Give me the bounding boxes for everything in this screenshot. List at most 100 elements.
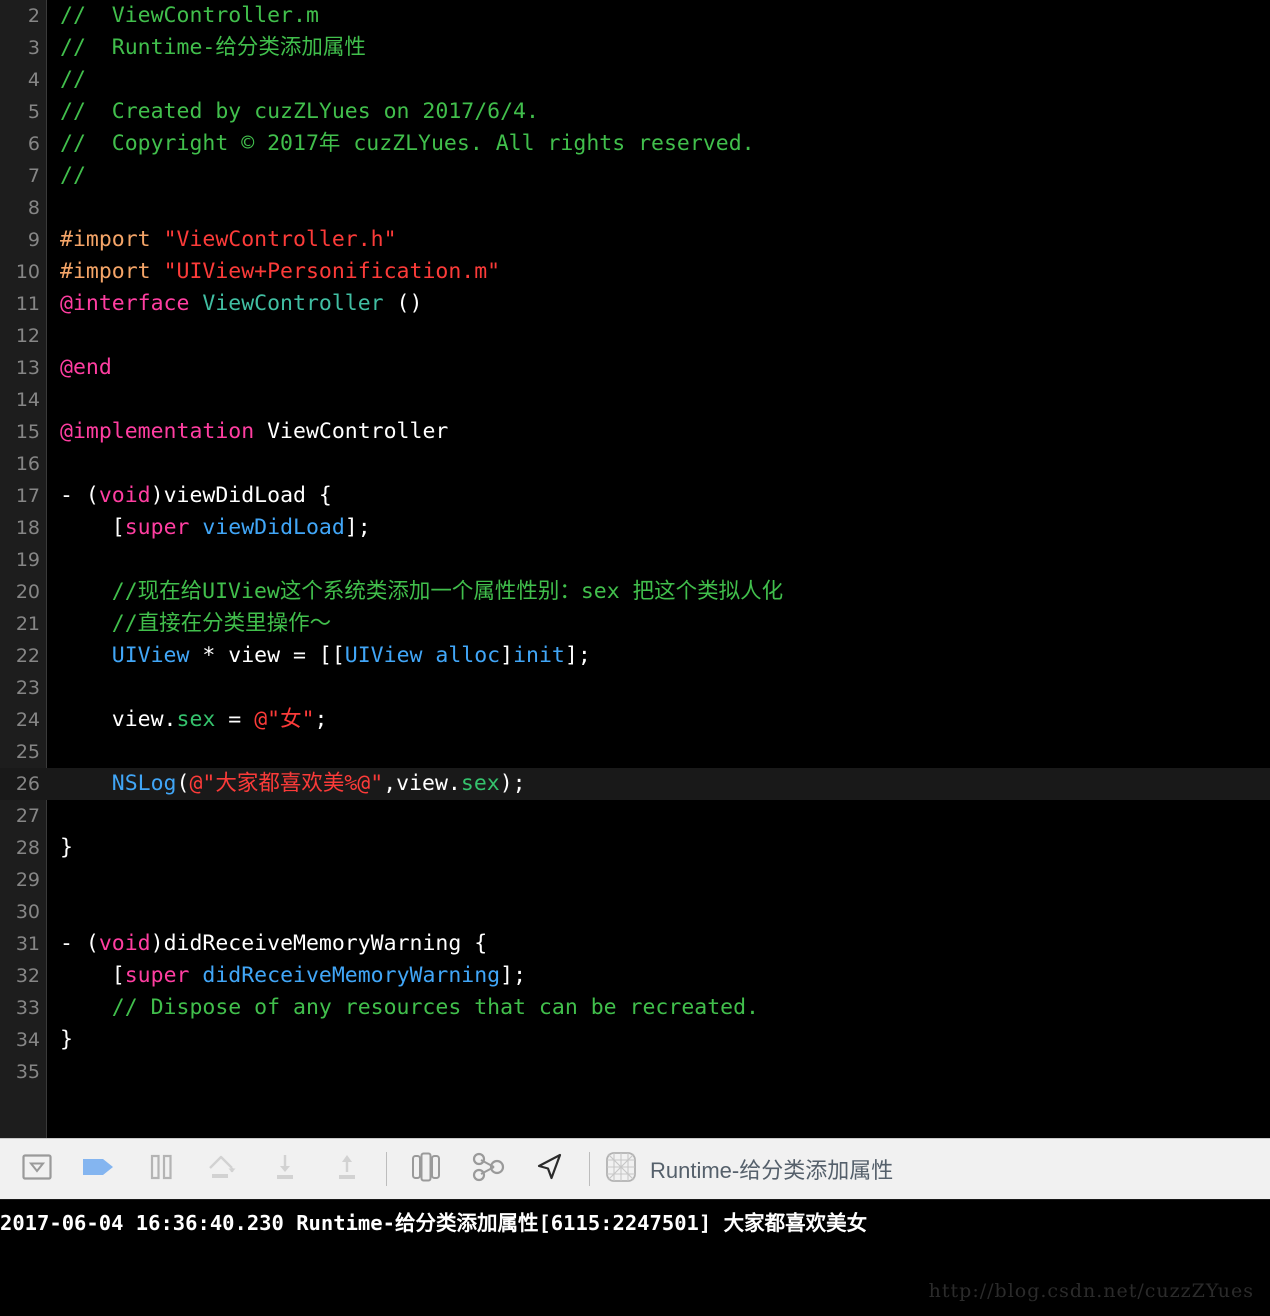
code-line[interactable]: 23: [0, 672, 1270, 704]
code-line[interactable]: 29: [0, 864, 1270, 896]
line-number: 5: [27, 101, 40, 123]
code-line[interactable]: 8: [0, 192, 1270, 224]
pause-button[interactable]: [130, 1140, 192, 1198]
line-number: 31: [15, 933, 40, 955]
line-number: 35: [15, 1061, 40, 1083]
code-line-text: [super didReceiveMemoryWarning];: [60, 960, 526, 992]
line-number: 25: [15, 741, 40, 763]
code-token: NSLog: [111, 771, 177, 796]
step-over-button[interactable]: [192, 1140, 254, 1198]
code-token: )didReceiveMemoryWarning {: [150, 931, 488, 956]
project-grid-icon: [604, 1150, 638, 1188]
code-token: @implementation: [60, 419, 268, 444]
code-token: void: [98, 931, 151, 956]
breadcrumb[interactable]: Runtime-给分类添加属性: [604, 1150, 893, 1188]
code-line[interactable]: 27: [0, 800, 1270, 832]
code-line[interactable]: 26 NSLog(@"大家都喜欢美%@",view.sex);: [0, 768, 1270, 800]
code-line-text: @interface ViewController (): [60, 288, 422, 320]
code-line[interactable]: 21 //直接在分类里操作～: [0, 608, 1270, 640]
line-number: 2: [27, 5, 40, 27]
code-line[interactable]: 15 @implementation ViewController: [0, 416, 1270, 448]
code-line-text: NSLog(@"大家都喜欢美%@",view.sex);: [60, 768, 526, 800]
code-line[interactable]: 25: [0, 736, 1270, 768]
code-line[interactable]: 13 @end: [0, 352, 1270, 384]
code-line[interactable]: 7 //: [0, 160, 1270, 192]
line-number: 34: [15, 1029, 40, 1051]
line-number: 9: [27, 229, 40, 251]
view-hierarchy-button[interactable]: [395, 1140, 457, 1198]
step-out-icon: [332, 1152, 362, 1186]
line-number: 22: [15, 645, 40, 667]
continue-button[interactable]: [68, 1140, 130, 1198]
code-token: // Copyright © 2017年 cuzZLYues. All righ…: [60, 131, 755, 156]
code-line[interactable]: 30: [0, 896, 1270, 928]
code-line-text: }: [60, 832, 73, 864]
simulate-location-button[interactable]: [519, 1140, 581, 1198]
code-token: - (: [60, 931, 99, 956]
line-number: 4: [27, 69, 40, 91]
code-token: ViewController: [202, 291, 384, 316]
step-out-button[interactable]: [316, 1140, 378, 1198]
code-token: super: [124, 963, 203, 988]
code-line[interactable]: 33 // Dispose of any resources that can …: [0, 992, 1270, 1024]
step-over-icon: [206, 1153, 240, 1185]
line-number: 11: [15, 293, 40, 315]
code-lines-container[interactable]: 2 // ViewController.m 3 // Runtime-给分类添加属性 4…: [0, 0, 1270, 1088]
code-line[interactable]: 31 - (void)didReceiveMemoryWarning {: [0, 928, 1270, 960]
code-line-text: // ViewController.m: [60, 0, 319, 32]
pause-icon: [147, 1153, 175, 1185]
code-line[interactable]: 11 @interface ViewController (): [0, 288, 1270, 320]
code-line[interactable]: 9 #import "ViewController.h": [0, 224, 1270, 256]
code-line-text: //现在给UIView这个系统类添加一个属性性别：sex 把这个类拟人化: [60, 576, 783, 608]
simulate-location-icon: [534, 1151, 566, 1187]
line-number: 20: [15, 581, 40, 603]
code-line-text: //: [60, 64, 86, 96]
code-token: "ViewController.h": [163, 227, 397, 252]
code-line-text: // Dispose of any resources that can be …: [60, 992, 759, 1024]
code-line[interactable]: 12: [0, 320, 1270, 352]
line-number: 29: [15, 869, 40, 891]
memory-graph-button[interactable]: [457, 1140, 519, 1198]
code-line[interactable]: 28}: [0, 832, 1270, 864]
debug-console[interactable]: 2017-06-04 16:36:40.230 Runtime-给分类添加属性[…: [0, 1200, 1270, 1314]
hide-debug-area-button[interactable]: [6, 1140, 68, 1198]
code-line[interactable]: 4 //: [0, 64, 1270, 96]
code-token: )viewDidLoad {: [150, 483, 332, 508]
step-into-button[interactable]: [254, 1140, 316, 1198]
code-line[interactable]: 10 #import "UIView+Personification.m": [0, 256, 1270, 288]
code-line[interactable]: 17 - (void)viewDidLoad {: [0, 480, 1270, 512]
code-line[interactable]: 2 // ViewController.m: [0, 0, 1270, 32]
code-line-text: - (void)viewDidLoad {: [60, 480, 332, 512]
code-token: "UIView+Personification.m": [163, 259, 501, 284]
line-number: 30: [15, 901, 40, 923]
debug-toolbar[interactable]: Runtime-给分类添加属性: [0, 1138, 1270, 1200]
code-token: // Dispose of any resources that can be …: [60, 995, 759, 1020]
code-editor[interactable]: 2 // ViewController.m 3 // Runtime-给分类添加属性 4…: [0, 0, 1270, 1138]
code-line-text: [super viewDidLoad];: [60, 512, 371, 544]
code-token: super: [124, 515, 203, 540]
code-token: );: [499, 771, 526, 796]
code-line[interactable]: 32 [super didReceiveMemoryWarning];: [0, 960, 1270, 992]
code-line[interactable]: 6 // Copyright © 2017年 cuzZLYues. All rig…: [0, 128, 1270, 160]
code-token: - (: [60, 483, 99, 508]
code-token: * view = [[: [189, 643, 345, 668]
code-line-text: // Runtime-给分类添加属性: [60, 32, 366, 64]
code-line[interactable]: 22 UIView * view = [[UIView alloc]init];: [0, 640, 1270, 672]
code-line[interactable]: 19: [0, 544, 1270, 576]
step-into-icon: [270, 1152, 300, 1186]
code-line[interactable]: 3 // Runtime-给分类添加属性: [0, 32, 1270, 64]
code-line-text: #import "ViewController.h": [60, 224, 397, 256]
code-line[interactable]: 35: [0, 1056, 1270, 1088]
code-line[interactable]: 18 [super viewDidLoad];: [0, 512, 1270, 544]
code-line[interactable]: 24 view.sex = @"女";: [0, 704, 1270, 736]
code-line-text: UIView * view = [[UIView alloc]init];: [60, 640, 591, 672]
code-line[interactable]: 34}: [0, 1024, 1270, 1056]
code-line[interactable]: 5 // Created by cuzZLYues on 2017/6/4.: [0, 96, 1270, 128]
line-number: 6: [27, 133, 40, 155]
code-token: //现在给UIView这个系统类添加一个属性性别：sex 把这个类拟人化: [60, 579, 784, 604]
code-line[interactable]: 16: [0, 448, 1270, 480]
code-line[interactable]: 20 //现在给UIView这个系统类添加一个属性性别：sex 把这个类拟人化: [0, 576, 1270, 608]
code-line[interactable]: 14: [0, 384, 1270, 416]
code-token: UIView: [111, 643, 190, 668]
